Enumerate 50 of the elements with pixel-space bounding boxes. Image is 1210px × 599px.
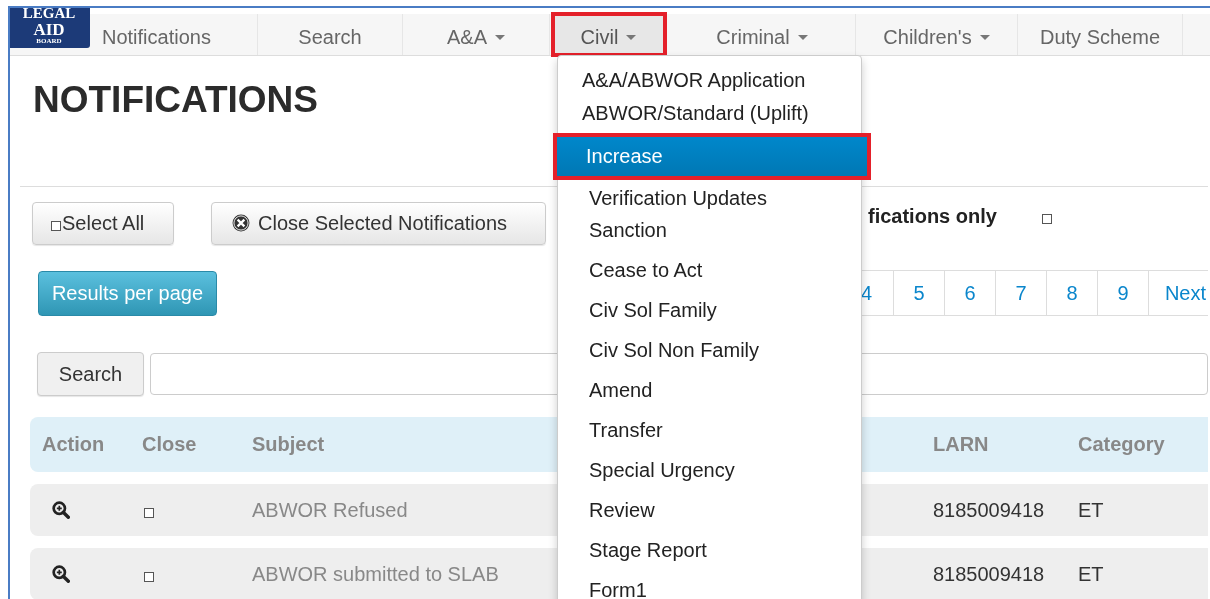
checkbox[interactable] [144,508,154,518]
zoom-in-icon[interactable] [52,501,70,519]
page-link[interactable]: Next [1148,271,1208,315]
menu-item[interactable]: A&A/ABWOR Application [558,62,861,96]
menu-item[interactable]: Cease to Act [558,250,861,290]
search-button[interactable]: Search [37,352,144,396]
table-cell-text: ET [1078,498,1105,522]
close-circle-icon [232,214,250,232]
nav-tab[interactable]: Civil [553,14,665,55]
page-link[interactable]: 7 [995,271,1046,315]
page-link[interactable]: 9 [1097,271,1148,315]
menu-item[interactable]: Review [558,490,861,530]
select-all-button[interactable]: Select All [32,201,174,245]
menu-item[interactable]: ABWOR/Standard (Uplift) [558,96,861,130]
page-link[interactable]: 4 [859,271,893,315]
zoom-in-icon[interactable] [52,565,70,583]
checkbox[interactable] [144,572,154,582]
menu-item[interactable]: Increase [555,135,869,178]
table-cell-text: ET [1078,562,1105,586]
checkbox[interactable] [1041,214,1052,224]
nav-tab[interactable]: Search [258,14,403,55]
menu-item[interactable]: Verification Updates [558,178,861,210]
table-cell: ABWOR Refused [252,498,408,522]
menu-item[interactable]: Transfer [558,410,861,450]
page-link[interactable]: 5 [893,271,944,315]
nav-tab[interactable]: A&A [403,14,550,55]
menu-item[interactable]: Amend [558,370,861,410]
column-header: Close [142,433,198,456]
page-link[interactable]: 8 [1046,271,1097,315]
menu-item[interactable]: Stage Report [558,530,861,570]
page-link[interactable]: 6 [944,271,995,315]
column-header: Category [1078,433,1166,456]
close-selected-button[interactable]: Close Selected Notifications [211,201,546,245]
menu-item[interactable]: Sanction [558,210,861,250]
column-header: LARN [933,433,990,456]
nav-tab[interactable]: Duty Scheme [1018,14,1183,55]
table-cell-text: 8185009418 [933,498,1046,522]
page-title: NOTIFICATIONS [33,78,318,120]
menu-item[interactable]: Civ Sol Family [558,290,861,330]
column-header: Action [42,433,106,456]
table-cell: ABWOR submitted to SLAB [252,562,499,586]
column-header: Subject [252,433,326,456]
nav-tab[interactable]: Notifications [90,14,258,55]
menu-item[interactable]: Special Urgency [558,450,861,490]
checkbox[interactable] [51,221,61,231]
menu-item[interactable]: Civ Sol Non Family [558,330,861,370]
filter-label: fications only [868,204,997,228]
menu-item[interactable]: Form1 [558,570,861,599]
nav-tab[interactable]: Children's [856,14,1018,55]
table-cell-text: 8185009418 [933,562,1046,586]
